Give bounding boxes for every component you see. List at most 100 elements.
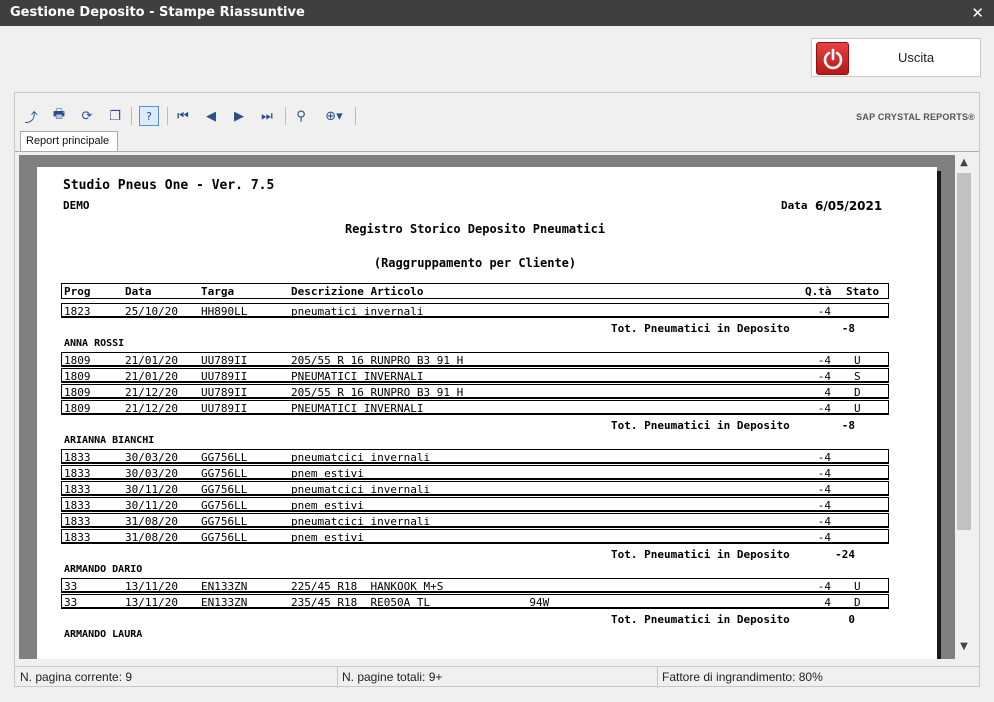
print-icon[interactable]: 🖶 <box>49 106 69 126</box>
exit-button-label: Uscita <box>897 50 935 65</box>
cell-prog: 33 <box>64 596 78 609</box>
report-date-value: 6/05/2021 <box>815 199 883 213</box>
cell-qta: -4 <box>817 402 831 415</box>
cell-qta: -4 <box>817 483 831 496</box>
cell-prog: 33 <box>64 580 78 593</box>
refresh-icon[interactable]: ⟳ <box>77 106 97 126</box>
group-name: ANNA ROSSI <box>64 338 125 349</box>
status-zoom: Fattore di ingrandimento: 80% <box>662 670 823 684</box>
table-row: 1809 21/01/20 UU789II 205/55 R 16 RUNPRO B3… <box>61 352 889 367</box>
group-name: ARIANNA BIANCHI <box>64 435 155 446</box>
group-total-value: 0 <box>848 613 855 626</box>
cell-stato: U <box>854 354 861 367</box>
find-icon[interactable]: ⚲ <box>291 106 311 126</box>
first-page-icon[interactable]: ⏮ <box>173 106 193 126</box>
col-qta: Q.tà <box>805 285 832 298</box>
cell-targa: GG756LL <box>201 499 248 512</box>
cell-data: 31/08/20 <box>125 515 178 528</box>
close-icon[interactable]: ✕ <box>971 4 984 22</box>
col-stato: Stato <box>846 285 880 298</box>
scroll-thumb[interactable] <box>957 173 971 530</box>
cell-descr: PNEUMATICI INVERNALI <box>291 402 424 415</box>
cell-targa: UU789II <box>201 386 248 399</box>
last-page-icon[interactable]: ⏭ <box>257 106 277 126</box>
cell-stato: S <box>854 370 861 383</box>
cell-targa: UU789II <box>201 354 248 367</box>
cell-descr: pnem estivi <box>291 467 364 480</box>
vertical-scrollbar[interactable]: ▲ ▼ <box>955 155 973 659</box>
col-descr: Descrizione Articolo <box>291 285 424 298</box>
cell-prog: 1833 <box>64 451 91 464</box>
cell-data: 30/11/20 <box>125 483 178 496</box>
cell-descr: pnem estivi <box>291 531 364 544</box>
group-total-label: Tot. Pneumatici in Deposito <box>611 419 790 432</box>
status-bar: N. pagina corrente: 9 N. pagine totali: … <box>15 666 979 688</box>
cell-stato: D <box>854 386 861 399</box>
cell-prog: 1823 <box>64 305 91 318</box>
cell-data: 30/03/20 <box>125 467 178 480</box>
cell-descr: pneumatcici invernali <box>291 483 431 496</box>
group-total-label: Tot. Pneumatici in Deposito <box>611 322 790 335</box>
table-header: Prog Data Targa Descrizione Articolo Q.t… <box>61 283 889 299</box>
cell-qta: -4 <box>817 370 831 383</box>
cell-targa: GG756LL <box>201 515 248 528</box>
cell-data: 30/03/20 <box>125 451 178 464</box>
export-icon[interactable]: ⤴ <box>21 106 41 126</box>
brand-logo: SAP CRYSTAL REPORTS® <box>856 112 975 122</box>
table-row: 33 13/11/20 EN133ZN 225/45 R18 HANKOOK M+S -… <box>61 578 889 593</box>
next-page-icon[interactable]: ▶ <box>229 106 249 126</box>
report-viewer: ⤴ 🖶 ⟳ ❐ ? ⏮ ◀ ▶ ⏭ ⚲ ⊕▾ SAP CRYSTAL REPOR… <box>14 92 980 688</box>
cell-data: 21/12/20 <box>125 386 178 399</box>
group-total-value: -24 <box>835 548 855 561</box>
previous-page-icon[interactable]: ◀ <box>201 106 221 126</box>
table-row: 1809 21/12/20 UU789II PNEUMATICI INVERNALI -… <box>61 400 889 415</box>
cell-targa: UU789II <box>201 370 248 383</box>
scroll-down-icon[interactable]: ▼ <box>955 641 973 657</box>
copy-icon[interactable]: ❐ <box>105 106 125 126</box>
cell-targa: EN133ZN <box>201 596 248 609</box>
cell-prog: 1809 <box>64 386 91 399</box>
exit-button[interactable]: Uscita <box>811 38 981 77</box>
cell-data: 13/11/20 <box>125 580 178 593</box>
cell-targa: GG756LL <box>201 467 248 480</box>
title-bar: Gestione Deposito - Stampe Riassuntive ✕ <box>0 0 994 26</box>
help-icon[interactable]: ? <box>139 106 159 126</box>
table-row: 1833 31/08/20 GG756LL pnem estivi -4 <box>61 529 889 544</box>
group-name: ARMANDO LAURA <box>64 629 143 640</box>
cell-qta: 4 <box>824 386 831 399</box>
cell-stato: U <box>854 402 861 415</box>
cell-qta: -4 <box>817 580 831 593</box>
report-subtitle: (Raggruppamento per Cliente) <box>373 256 577 270</box>
status-current-page: N. pagina corrente: 9 <box>20 670 133 684</box>
cell-data: 30/11/20 <box>125 499 178 512</box>
group-total-label: Tot. Pneumatici in Deposito <box>611 548 790 561</box>
cell-descr: 205/55 R 16 RUNPRO B3 91 H <box>291 354 464 367</box>
scroll-up-icon[interactable]: ▲ <box>955 157 973 173</box>
window-title: Gestione Deposito - Stampe Riassuntive <box>10 5 305 20</box>
col-prog: Prog <box>64 285 91 298</box>
report-app-line: Studio Pneus One - Ver. 7.5 <box>63 178 275 193</box>
status-total-pages: N. pagine totali: 9+ <box>342 670 443 684</box>
tab-divider <box>15 151 979 152</box>
cell-data: 21/12/20 <box>125 402 178 415</box>
cell-prog: 1833 <box>64 467 91 480</box>
table-row: 1809 21/12/20 UU789II 205/55 R 16 RUNPRO B3… <box>61 384 889 399</box>
cell-targa: UU789II <box>201 402 248 415</box>
report-company: DEMO <box>63 199 90 212</box>
zoom-icon[interactable]: ⊕▾ <box>319 106 349 126</box>
report-date-label: Data <box>781 199 808 212</box>
table-row: 33 13/11/20 EN133ZN 235/45 R18 RE050A TL 94… <box>61 594 889 609</box>
report-title: Registro Storico Deposito Pneumatici <box>344 222 606 236</box>
cell-qta: -4 <box>817 354 831 367</box>
group-name: ARMANDO DARIO <box>64 564 143 575</box>
cell-data: 31/08/20 <box>125 531 178 544</box>
cell-targa: GG756LL <box>201 531 248 544</box>
cell-prog: 1809 <box>64 402 91 415</box>
table-row: 1833 31/08/20 GG756LL pneumatcici invernali… <box>61 513 889 528</box>
tab-report-principale[interactable]: Report principale <box>20 131 118 152</box>
cell-descr: pneumatici invernali <box>291 305 424 318</box>
cell-descr: pneumatcici invernali <box>291 515 431 528</box>
status-divider <box>337 667 338 688</box>
cell-targa: EN133ZN <box>201 580 248 593</box>
table-row: 1833 30/03/20 GG756LL pneumatcici invernali… <box>61 449 889 464</box>
